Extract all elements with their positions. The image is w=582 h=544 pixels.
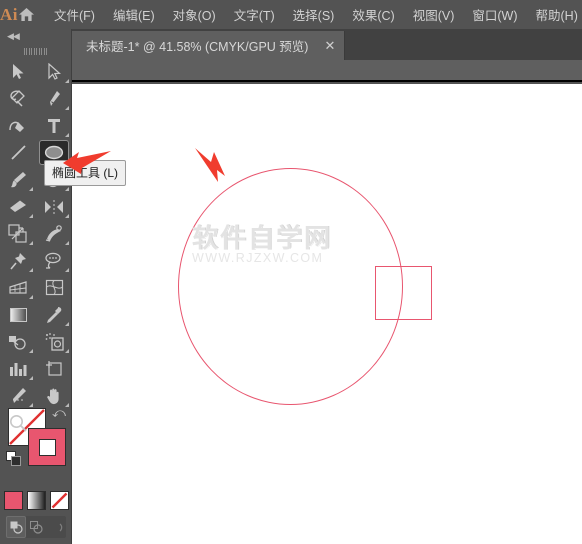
none-mode-button[interactable] (49, 491, 69, 510)
tool-grid (0, 58, 71, 436)
rectangle-shape[interactable] (375, 266, 432, 320)
tool-flyout-corner-icon (65, 268, 69, 272)
tools-panel: ◀◀ 椭圆工具 (L) ⤺ (0, 29, 127, 544)
tool-flyout-corner-icon (29, 241, 33, 245)
tool-flyout-corner-icon (65, 349, 69, 353)
default-colors-icon[interactable] (6, 451, 22, 472)
document-tab-bar: 未标题-1* @ 41.58% (CMYK/GPU 预览) ✕ (72, 29, 582, 60)
menu-type[interactable]: 文字(T) (225, 1, 284, 28)
tool-flyout-corner-icon (29, 349, 33, 353)
swap-fill-stroke-icon[interactable]: ⤺ (52, 405, 66, 421)
control-strip (72, 60, 582, 82)
menu-object[interactable]: 对象(O) (164, 1, 225, 28)
tool-perspective-grid[interactable] (0, 274, 36, 301)
tool-flyout-corner-icon (65, 403, 69, 407)
home-icon[interactable] (18, 7, 35, 22)
paint-mode-row (0, 491, 72, 517)
close-icon[interactable]: ✕ (324, 39, 335, 52)
tool-flyout-corner-icon (65, 322, 69, 326)
draw-normal-button[interactable] (6, 516, 26, 538)
tool-pin[interactable] (0, 247, 36, 274)
tool-flyout-corner-icon (29, 376, 33, 380)
tool-flyout-corner-icon (29, 403, 33, 407)
tool-flyout-corner-icon (65, 106, 69, 110)
annotation-arrow-icon (195, 148, 225, 182)
tool-gradient[interactable] (0, 301, 36, 328)
none-slash-icon (51, 492, 67, 509)
tool-type[interactable] (36, 112, 72, 139)
watermark-url-text: WWW.RJZXW.COM (192, 251, 324, 265)
stroke-swatch-hole (39, 439, 56, 456)
gradient-mode-button[interactable] (26, 491, 46, 510)
tool-symbol-sprayer[interactable] (36, 328, 72, 355)
tool-artboard[interactable] (36, 355, 72, 382)
menu-effect[interactable]: 效果(C) (343, 1, 403, 28)
tool-reflect[interactable] (36, 193, 72, 220)
tool-flyout-corner-icon (65, 133, 69, 137)
watermark-main-text: 软件自学网 (192, 223, 333, 253)
draw-inside-button[interactable] (46, 516, 66, 538)
menu-bar: Ai 文件(F) 编辑(E) 对象(O) 文字(T) 选择(S) 效果(C) 视… (0, 0, 582, 29)
tool-flyout-corner-icon (65, 79, 69, 83)
tool-blend[interactable] (0, 328, 36, 355)
collapse-panel-button[interactable]: ◀◀ (0, 29, 71, 44)
tool-flyout-corner-icon (29, 268, 33, 272)
ellipse-shape[interactable] (178, 168, 403, 405)
tool-flyout-corner-icon (29, 295, 33, 299)
tool-curvature[interactable] (0, 112, 36, 139)
menu-view[interactable]: 视图(V) (404, 1, 464, 28)
tool-flyout-corner-icon (29, 187, 33, 191)
tool-eyedropper[interactable] (36, 301, 72, 328)
stroke-color-swatch[interactable] (28, 428, 66, 466)
menu-window[interactable]: 窗口(W) (463, 1, 526, 28)
grip-lines-icon (23, 47, 48, 55)
draw-behind-button[interactable] (26, 516, 46, 538)
annotation-arrow-icon (63, 151, 111, 174)
menu-help[interactable]: 帮助(H) (527, 1, 582, 28)
menu-edit[interactable]: 编辑(E) (104, 1, 164, 28)
tool-mesh[interactable] (36, 274, 72, 301)
tool-column-graph[interactable] (0, 355, 36, 382)
tool-flyout-corner-icon (65, 214, 69, 218)
tool-lasso[interactable] (36, 247, 72, 274)
menu-file[interactable]: 文件(F) (45, 1, 104, 28)
tool-magic-wand[interactable] (0, 85, 36, 112)
artboard-canvas[interactable]: 软件自学网 WWW.RJZXW.COM (72, 84, 582, 544)
tool-flyout-corner-icon (65, 241, 69, 245)
tool-flyout-corner-icon (29, 214, 33, 218)
color-mode-button[interactable] (3, 491, 23, 510)
panel-drag-handle[interactable] (0, 44, 71, 58)
document-tab-title: 未标题-1* @ 41.58% (CMYK/GPU 预览) (86, 40, 309, 54)
illustrator-window: Ai 文件(F) 编辑(E) 对象(O) 文字(T) 选择(S) 效果(C) 视… (0, 0, 582, 544)
menu-select[interactable]: 选择(S) (284, 1, 344, 28)
tool-pen[interactable] (36, 85, 72, 112)
draw-mode-row (6, 516, 66, 538)
tool-free-transform[interactable] (0, 220, 36, 247)
tool-selection[interactable] (0, 58, 36, 85)
document-tab[interactable]: 未标题-1* @ 41.58% (CMYK/GPU 预览) ✕ (72, 31, 346, 60)
app-logo: Ai (0, 4, 18, 24)
tool-flyout-corner-icon (65, 187, 69, 191)
tool-eraser[interactable] (0, 193, 36, 220)
tool-line-segment[interactable] (0, 139, 36, 166)
watermark: 软件自学网 WWW.RJZXW.COM (192, 225, 342, 265)
tool-paintbrush[interactable] (0, 166, 36, 193)
tool-shape-builder[interactable] (36, 220, 72, 247)
tool-direct-selection[interactable] (36, 58, 72, 85)
